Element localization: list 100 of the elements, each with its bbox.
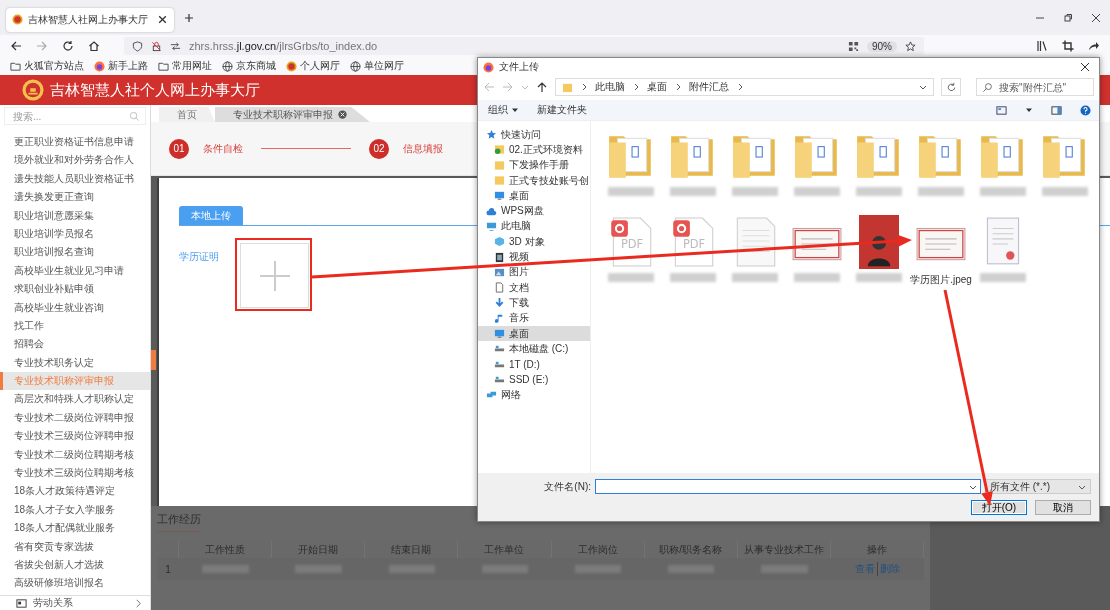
home-icon[interactable] — [88, 40, 100, 52]
shield-icon[interactable] — [132, 40, 143, 52]
photo-placeholder[interactable] — [859, 215, 899, 269]
nav-item[interactable]: 1T (D:) — [478, 356, 590, 372]
bookmark[interactable]: 个人网厅 — [286, 59, 340, 73]
back-icon[interactable] — [10, 40, 22, 52]
path-segment[interactable]: 桌面 — [647, 80, 667, 94]
caret-icon[interactable] — [969, 483, 977, 491]
sidebar-item[interactable]: 专业技术职务认定 — [0, 353, 150, 373]
nav-item[interactable]: 视频 — [478, 249, 590, 265]
bookmark[interactable]: 京东商城 — [222, 59, 276, 73]
step-label: 信息填报 — [403, 141, 443, 156]
star-icon[interactable] — [905, 40, 916, 52]
permissions-icon[interactable] — [170, 40, 181, 52]
folder-icon — [10, 60, 21, 72]
search-field[interactable]: 搜索... — [4, 107, 146, 125]
nav-item[interactable]: 02.正式环境资料 — [478, 142, 590, 158]
close-icon[interactable] — [1080, 62, 1090, 72]
nav-item[interactable]: 此电脑 — [478, 218, 590, 235]
breadcrumb-tab[interactable]: 首页 — [159, 107, 215, 122]
sidebar-item[interactable]: 18条人才子女入学服务 — [0, 500, 150, 520]
refresh-button[interactable] — [941, 78, 961, 96]
bookmark[interactable]: 火狐官方站点 — [10, 59, 84, 73]
nav-item[interactable]: SSD (E:) — [478, 371, 590, 388]
bookmark[interactable]: 单位网厅 — [350, 59, 404, 73]
sidebar-item[interactable]: 18条人才配偶就业服务 — [0, 519, 150, 538]
nav-item[interactable]: 正式专技处账号创 — [478, 172, 590, 189]
organize-menu[interactable]: 组织 — [488, 103, 519, 117]
blurred-file-name — [980, 273, 1026, 282]
nav-item[interactable]: 网络 — [478, 387, 590, 403]
path-field[interactable]: 此电脑 桌面 附件汇总 — [555, 78, 935, 96]
library-icon[interactable] — [1036, 40, 1048, 52]
share-arrow-icon[interactable] — [1088, 40, 1100, 52]
file-name-field[interactable] — [595, 479, 981, 494]
search-field[interactable]: 搜索"附件汇总" — [976, 78, 1094, 96]
sidebar-item[interactable]: 求职创业补贴申领 — [0, 280, 150, 299]
nav-item[interactable]: 音乐 — [478, 310, 590, 326]
help-icon[interactable] — [1080, 104, 1091, 116]
caret-icon[interactable] — [919, 83, 928, 91]
bookmark[interactable]: 常用网址 — [158, 59, 212, 73]
sidebar-item[interactable]: 境外就业和对外劳务合作人 — [0, 151, 150, 170]
new-tab-icon[interactable] — [184, 12, 194, 23]
path-segment[interactable]: 此电脑 — [595, 80, 625, 94]
sidebar-item[interactable]: 高级研修班培训报名 — [0, 574, 150, 593]
sidebar-item[interactable]: 招聘会 — [0, 335, 150, 354]
sidebar-item[interactable]: 职业培训意愿采集 — [0, 206, 150, 225]
sidebar-item[interactable]: 职业培训学员报名 — [0, 224, 150, 244]
new-folder-button[interactable]: 新建文件夹 — [537, 103, 587, 117]
sidebar-item[interactable]: 18条人才政策待遇评定 — [0, 482, 150, 501]
bookmark[interactable]: 新手上路 — [94, 59, 148, 73]
nav-item[interactable]: 下发操作手册 — [478, 157, 590, 173]
sidebar-item[interactable]: 遗失换发更正查询 — [0, 188, 150, 207]
file-type-dropdown[interactable]: 所有文件 (*.*) — [985, 479, 1091, 494]
nav-item[interactable]: WPS网盘 — [478, 203, 590, 219]
browser-tab[interactable]: 吉林智慧人社网上办事大厅 — [6, 7, 174, 32]
sidebar-group[interactable]: 劳动关系 — [0, 595, 150, 610]
nav-item[interactable]: 3D 对象 — [478, 234, 590, 250]
nav-item[interactable]: 图片 — [478, 264, 590, 280]
address-bar[interactable]: zhrs.hrss.jl.gov.cn/jlrsGrbs/to_index.do 90% — [124, 37, 924, 55]
close-tab-icon[interactable] — [157, 14, 168, 25]
sidebar-item[interactable]: 职业培训报名查询 — [0, 243, 150, 262]
sidebar-item[interactable]: 高校毕业生就业见习申请 — [0, 261, 150, 281]
sidebar-item[interactable]: 省有突贡专家选拔 — [0, 537, 150, 556]
preview-pane-icon[interactable] — [1051, 104, 1062, 116]
folder-icon — [562, 81, 573, 93]
blurred-file-name — [670, 187, 716, 196]
sidebar-item[interactable]: 找工作 — [0, 316, 150, 336]
sidebar-item[interactable]: 专业技术三级岗位聘期考核 — [0, 464, 150, 483]
sidebar-item[interactable]: 省拔尖创新人才选拔 — [0, 556, 150, 575]
lock-icon[interactable] — [151, 40, 162, 52]
collapse-handle[interactable] — [151, 350, 156, 370]
nav-item[interactable]: 快速访问 — [478, 127, 590, 143]
sidebar-item[interactable]: 高层次和特殊人才职称认定 — [0, 390, 150, 409]
sidebar-item[interactable]: 专业技术三级岗位评聘申报 — [0, 427, 150, 446]
path-segment[interactable]: 附件汇总 — [689, 80, 729, 94]
restore-icon[interactable] — [1063, 12, 1073, 23]
sidebar-item[interactable]: 遗失技能人员职业资格证书 — [0, 169, 150, 189]
nav-item[interactable]: 桌面 — [478, 188, 590, 204]
star-icon — [486, 129, 497, 141]
folder-icon — [494, 175, 505, 187]
sidebar-item[interactable]: 高校毕业生就业咨询 — [0, 298, 150, 317]
open-button[interactable]: 打开(O) — [971, 500, 1027, 515]
up-arrow-icon[interactable] — [536, 81, 548, 93]
sidebar-item[interactable]: 专业技术二级岗位聘期考核 — [0, 445, 150, 465]
nav-item[interactable]: 桌面 — [478, 325, 590, 342]
sidebar-item[interactable]: 专业技术二级岗位评聘申报 — [0, 408, 150, 428]
close-tab-icon[interactable] — [337, 109, 348, 120]
nav-item[interactable]: 文档 — [478, 279, 590, 296]
nav-item[interactable]: 本地磁盘 (C:) — [478, 341, 590, 357]
breadcrumb-tab[interactable]: 专业技术职称评审申报 — [215, 107, 370, 122]
qr-code-icon[interactable] — [848, 40, 859, 52]
zoom-level[interactable]: 90% — [867, 40, 897, 52]
view-icon[interactable] — [996, 104, 1007, 116]
close-window-icon[interactable] — [1091, 12, 1101, 23]
nav-item[interactable]: 下载 — [478, 295, 590, 311]
reload-icon[interactable] — [62, 40, 74, 52]
crop-icon[interactable] — [1062, 40, 1074, 52]
file-name: 学历图片.jpeg — [910, 273, 972, 287]
sidebar-item[interactable]: 更正职业资格证书信息申请 — [0, 133, 150, 152]
cancel-button[interactable]: 取消 — [1035, 500, 1091, 515]
